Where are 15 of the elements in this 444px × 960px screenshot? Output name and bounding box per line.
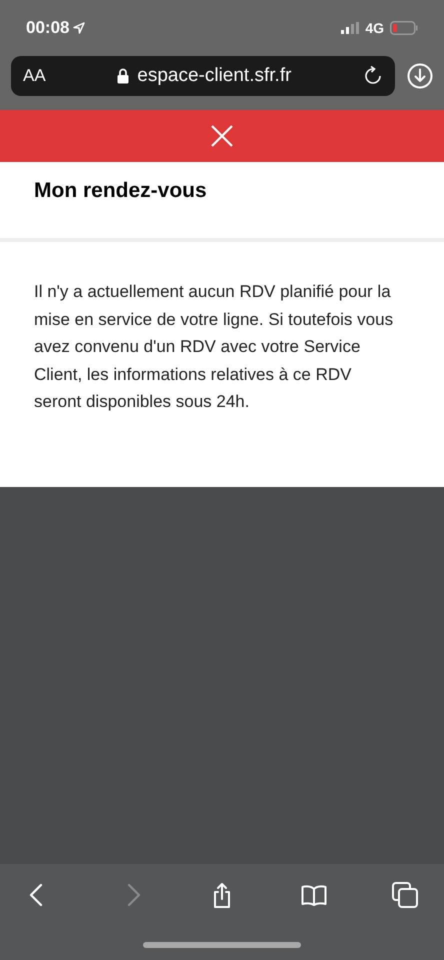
text-size-button[interactable]: AA — [23, 63, 46, 89]
lock-icon — [117, 68, 130, 84]
network-type: 4G — [365, 18, 384, 38]
download-icon[interactable] — [407, 63, 433, 89]
close-icon[interactable] — [211, 125, 233, 147]
signal-icon — [341, 22, 360, 34]
location-arrow-icon — [73, 22, 86, 34]
page-title: Mon rendez-vous — [34, 178, 207, 204]
reload-icon[interactable] — [363, 66, 383, 86]
url-text[interactable]: espace-client.sfr.fr — [137, 62, 292, 90]
tabs-icon[interactable] — [392, 882, 418, 908]
battery-icon — [390, 21, 418, 35]
address-bar[interactable]: AA espace-client.sfr.fr — [11, 56, 395, 96]
status-time: 00:08 — [26, 17, 70, 40]
message-text: Il n'y a actuellement aucun RDV planifié pour la mise en service de votre ligne. Si toutefois vous avez convenu d'un RDV avec votre Service Client, les informations relatives à ce RDV seront disponibles sous 24h. — [34, 281, 394, 413]
